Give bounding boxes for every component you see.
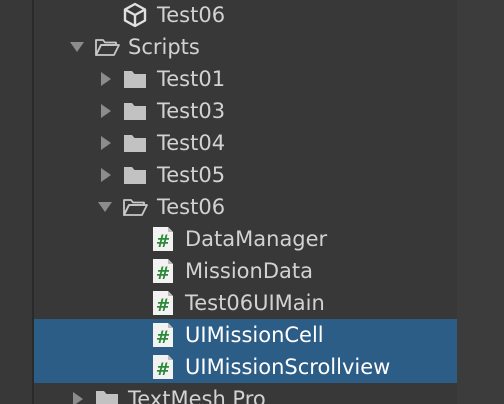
tree-item-folder-test01[interactable]: Test01 [0,63,457,95]
chevron-right-icon[interactable] [70,391,86,404]
tree-item-label: Test04 [157,131,226,155]
folder-open-icon [123,199,148,216]
csharp-script-icon: # [153,227,173,252]
tree-item-folder-test06[interactable]: Test06 [0,191,457,223]
svg-text:#: # [156,360,170,380]
tree-item-folder-test05[interactable]: Test05 [0,159,457,191]
tree-item-label: Scripts [128,35,200,59]
project-tree: Test06 Scripts Test01 Test03 Test04 Test… [0,0,457,404]
tree-item-folder-test04[interactable]: Test04 [0,127,457,159]
csharp-script-icon: # [153,355,173,380]
tree-item-label: MissionData [185,259,313,283]
csharp-script-icon: # [153,323,173,348]
folder-icon [96,391,118,404]
svg-text:#: # [156,232,170,252]
scrollbar-track[interactable] [457,0,504,404]
tree-item-label: DataManager [185,227,328,251]
chevron-down-icon[interactable] [69,39,85,55]
tree-item-label: UIMissionCell [185,323,324,347]
tree-item-label: Test06 [157,195,226,219]
chevron-right-icon[interactable] [98,103,114,119]
chevron-down-icon[interactable] [97,199,113,215]
tree-item-label: TextMesh Pro [128,387,266,404]
csharp-script-icon: # [153,291,173,316]
tree-item-label: Test06 [157,3,226,27]
tree-item-label: Test05 [157,163,226,187]
folder-icon [124,103,146,120]
folder-open-icon [95,39,120,56]
tree-item-script-uimissioncell[interactable]: # UIMissionCell [34,319,457,351]
tree-item-folder-test03[interactable]: Test03 [0,95,457,127]
tree-item-script-missiondata[interactable]: # MissionData [0,255,457,287]
svg-text:#: # [156,328,170,348]
svg-text:#: # [156,264,170,284]
tree-item-test06-scene[interactable]: Test06 [0,0,457,31]
csharp-script-icon: # [153,259,173,284]
chevron-right-icon[interactable] [98,71,114,87]
chevron-right-icon[interactable] [98,135,114,151]
folder-icon [124,135,146,152]
tree-item-script-test06uimain[interactable]: # Test06UIMain [0,287,457,319]
folder-icon [124,71,146,88]
tree-item-label: Test03 [157,99,226,123]
tree-item-label: Test01 [157,67,226,91]
tree-item-script-datamanager[interactable]: # DataManager [0,223,457,255]
tree-item-folder-textmesh-pro[interactable]: TextMesh Pro [0,383,457,404]
tree-item-scripts[interactable]: Scripts [0,31,457,63]
tree-item-label: UIMissionScrollview [185,355,391,379]
tree-item-script-uimissionscrollview[interactable]: # UIMissionScrollview [34,351,457,383]
panel-divider [32,0,34,404]
svg-text:#: # [156,296,170,316]
folder-icon [124,167,146,184]
chevron-right-icon[interactable] [98,167,114,183]
unity-scene-icon [123,2,147,28]
project-browser-panel: Test06 Scripts Test01 Test03 Test04 Test… [0,0,504,404]
tree-item-label: Test06UIMain [185,291,325,315]
